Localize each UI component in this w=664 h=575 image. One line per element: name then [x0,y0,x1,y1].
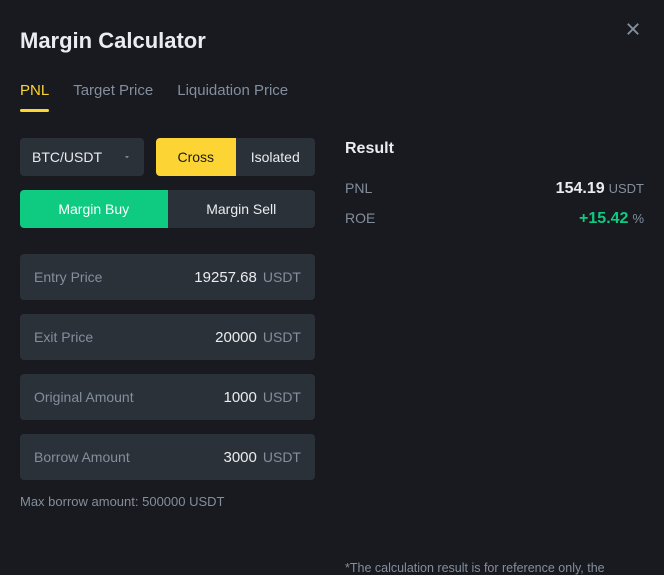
tab-liquidation-price[interactable]: Liquidation Price [177,82,288,111]
exit-price-field[interactable]: Exit Price 20000 USDT [20,314,315,360]
close-icon[interactable] [624,20,642,38]
side-margin-buy[interactable]: Margin Buy [20,190,168,228]
borrow-amount-field[interactable]: Borrow Amount 3000 USDT [20,434,315,480]
side-margin-sell[interactable]: Margin Sell [168,190,316,228]
mode-isolated[interactable]: Isolated [236,138,316,176]
result-roe-label: ROE [345,210,375,226]
result-pnl-label: PNL [345,180,372,196]
pair-select-value: BTC/USDT [32,149,102,165]
borrow-amount-value: 3000 [224,449,257,466]
result-title: Result [345,140,644,158]
mode-cross[interactable]: Cross [156,138,236,176]
input-column: BTC/USDT Cross Isolated Margin Buy Margi… [20,138,315,575]
margin-mode-toggle: Cross Isolated [156,138,315,176]
entry-price-label: Entry Price [34,269,194,285]
original-amount-field[interactable]: Original Amount 1000 USDT [20,374,315,420]
exit-price-unit: USDT [263,329,301,345]
entry-price-unit: USDT [263,269,301,285]
chevron-down-icon [122,149,132,165]
result-roe-row: ROE +15.42% [345,210,644,228]
original-amount-value: 1000 [224,389,257,406]
result-pnl-value: 154.19USDT [556,180,644,198]
max-borrow-hint: Max borrow amount: 500000 USDT [20,494,315,509]
margin-calculator-panel: Margin Calculator PNL Target Price Liqui… [0,0,664,575]
tab-target-price[interactable]: Target Price [73,82,153,111]
result-roe-value: +15.42% [579,210,644,228]
pair-select[interactable]: BTC/USDT [20,138,144,176]
original-amount-label: Original Amount [34,389,224,405]
entry-price-field[interactable]: Entry Price 19257.68 USDT [20,254,315,300]
exit-price-label: Exit Price [34,329,215,345]
result-pnl-row: PNL 154.19USDT [345,180,644,198]
side-toggle: Margin Buy Margin Sell [20,190,315,228]
result-column: Result PNL 154.19USDT ROE +15.42% *The c… [345,138,644,575]
exit-price-value: 20000 [215,329,257,346]
tab-pnl[interactable]: PNL [20,82,49,111]
entry-price-value: 19257.68 [194,269,257,286]
dialog-title: Margin Calculator [20,28,644,54]
original-amount-unit: USDT [263,389,301,405]
borrow-amount-label: Borrow Amount [34,449,224,465]
result-disclaimer: *The calculation result is for reference… [345,560,644,575]
borrow-amount-unit: USDT [263,449,301,465]
tabs: PNL Target Price Liquidation Price [20,82,644,112]
